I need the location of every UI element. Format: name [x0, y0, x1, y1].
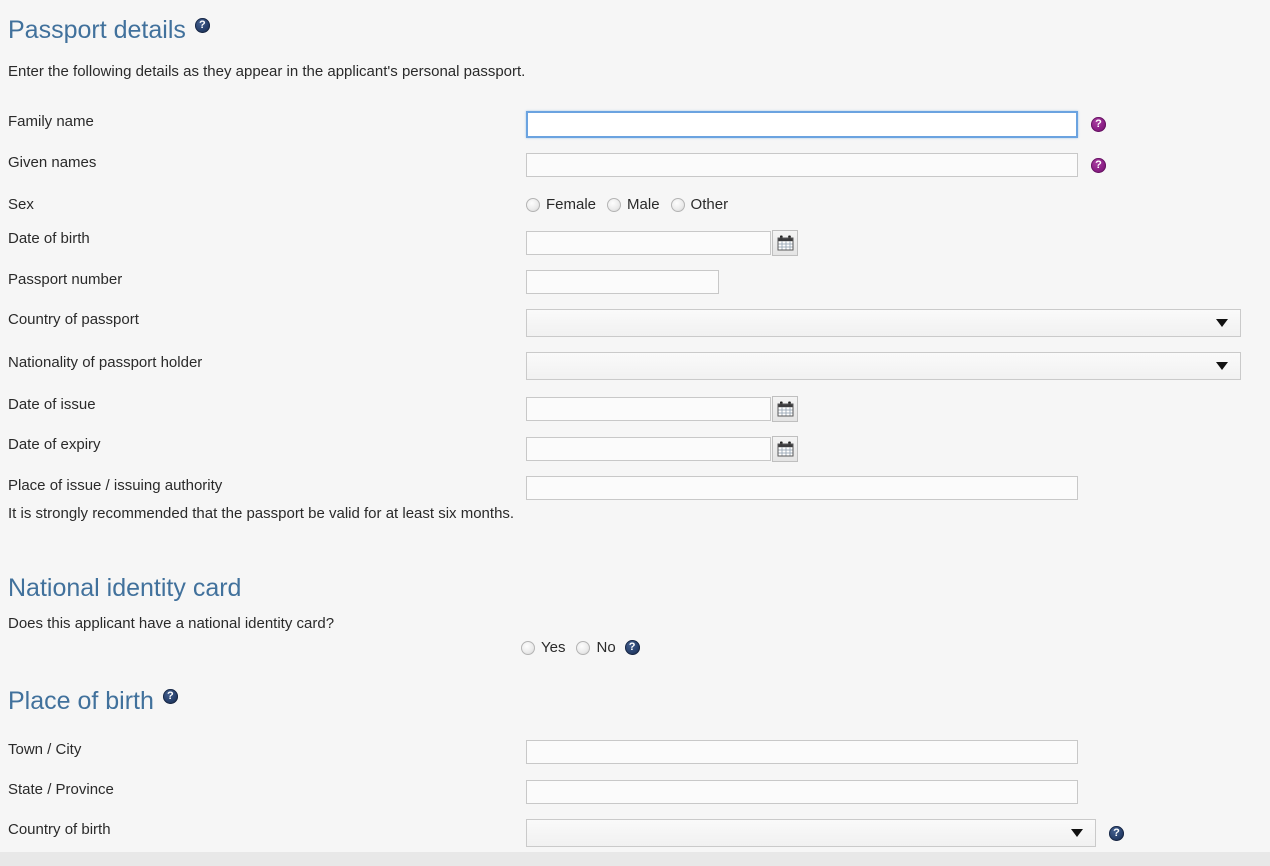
passport-number-input[interactable] — [526, 270, 719, 294]
label-passport-number: Passport number — [8, 271, 123, 288]
label-given-names: Given names — [8, 154, 97, 171]
sex-option-male-label: Male — [627, 196, 660, 213]
field-row-date-of-issue: Date of issue — [8, 396, 1108, 422]
control-given-names — [526, 153, 1106, 177]
radio-yes-icon[interactable] — [521, 640, 535, 655]
sex-option-other-label: Other — [690, 196, 729, 213]
label-town-city: Town / City — [8, 741, 82, 758]
field-row-family-name: Family name — [8, 111, 1108, 138]
field-row-state-province: State / Province — [8, 780, 1108, 804]
chevron-down-icon[interactable] — [1216, 319, 1228, 327]
passport-validity-note: It is strongly recommended that the pass… — [8, 505, 515, 522]
date-of-expiry-calendar-button[interactable] — [772, 436, 798, 462]
national-id-radio-group: Yes No — [521, 639, 640, 656]
calendar-icon — [777, 401, 793, 417]
label-family-name: Family name — [8, 113, 94, 130]
field-row-date-of-birth: Date of birth — [8, 230, 1108, 256]
date-of-issue-input[interactable] — [526, 397, 771, 421]
national-id-option-no-label: No — [596, 639, 616, 656]
sex-option-female[interactable]: Female — [526, 196, 596, 213]
family-name-help-icon[interactable] — [1091, 117, 1106, 132]
national-identity-card-answer-group: Yes No — [521, 639, 640, 656]
label-place-of-issue: Place of issue / issuing authority — [8, 477, 223, 494]
label-sex: Sex — [8, 196, 34, 213]
nationality-select[interactable] — [526, 352, 1241, 380]
field-row-nationality: Nationality of passport holder — [8, 352, 1248, 380]
field-row-given-names: Given names — [8, 153, 1108, 177]
control-state-province — [526, 780, 1078, 804]
label-state-province: State / Province — [8, 781, 114, 798]
country-of-birth-help-icon[interactable] — [1109, 825, 1124, 841]
field-row-passport-number: Passport number — [8, 270, 1108, 294]
place-of-birth-heading: Place of birth — [8, 689, 178, 714]
page-title: Passport details — [8, 16, 186, 44]
field-row-date-of-expiry: Date of expiry — [8, 436, 1108, 462]
control-place-of-issue — [526, 476, 1078, 500]
national-identity-card-help-icon[interactable] — [624, 640, 640, 655]
national-id-option-yes-label: Yes — [541, 639, 566, 656]
field-row-town-city: Town / City — [8, 740, 1108, 764]
field-row-country-of-birth: Country of birth — [8, 819, 1248, 847]
date-of-birth-calendar-button[interactable] — [772, 230, 798, 256]
control-date-of-expiry — [526, 436, 798, 462]
town-city-input[interactable] — [526, 740, 1078, 764]
control-passport-number — [526, 270, 719, 294]
control-country-of-passport — [526, 309, 1241, 337]
radio-other-icon[interactable] — [670, 197, 685, 212]
passport-details-help-icon[interactable] — [194, 18, 210, 33]
country-of-birth-select[interactable] — [526, 819, 1096, 847]
place-of-birth-help-icon[interactable] — [162, 689, 178, 704]
control-date-of-issue — [526, 396, 798, 422]
national-id-option-yes[interactable]: Yes — [521, 639, 565, 656]
control-town-city — [526, 740, 1078, 764]
label-date-of-birth: Date of birth — [8, 230, 90, 247]
date-of-expiry-input[interactable] — [526, 437, 771, 461]
page-bottom-band — [0, 852, 1270, 866]
radio-male-icon[interactable] — [607, 197, 622, 212]
control-country-of-birth — [526, 819, 1124, 847]
national-identity-card-heading: National identity card — [8, 576, 241, 601]
label-country-of-passport: Country of passport — [8, 311, 139, 328]
control-date-of-birth — [526, 230, 798, 256]
field-row-place-of-issue: Place of issue / issuing authority — [8, 476, 1108, 500]
label-date-of-issue: Date of issue — [8, 396, 96, 413]
national-identity-card-question: Does this applicant have a national iden… — [8, 615, 335, 632]
country-of-passport-select[interactable] — [526, 309, 1241, 337]
date-of-birth-input[interactable] — [526, 231, 771, 255]
sex-radio-group: Female Male Other — [526, 196, 739, 213]
label-date-of-expiry: Date of expiry — [8, 436, 101, 453]
given-names-help-icon[interactable] — [1091, 157, 1106, 173]
date-of-issue-calendar-button[interactable] — [772, 396, 798, 422]
sex-option-other[interactable]: Other — [670, 196, 729, 213]
calendar-icon — [777, 235, 793, 251]
sex-option-female-label: Female — [546, 196, 597, 213]
control-nationality — [526, 352, 1241, 380]
radio-female-icon[interactable] — [526, 197, 540, 212]
national-id-option-no[interactable]: No — [576, 639, 616, 656]
passport-details-heading: Passport details — [8, 18, 210, 43]
field-row-country-of-passport: Country of passport — [8, 309, 1248, 337]
sex-option-male[interactable]: Male — [607, 196, 660, 213]
label-nationality-of-passport-holder: Nationality of passport holder — [8, 354, 203, 371]
radio-no-icon[interactable] — [576, 640, 591, 655]
family-name-input[interactable] — [526, 111, 1078, 138]
passport-details-page: Passport details Enter the following det… — [0, 0, 1270, 866]
chevron-down-icon[interactable] — [1216, 362, 1228, 370]
control-sex: Female Male Other — [526, 196, 739, 213]
state-province-input[interactable] — [526, 780, 1078, 804]
calendar-icon — [777, 441, 793, 457]
field-row-sex: Sex Female Male Other — [8, 196, 1108, 214]
label-country-of-birth: Country of birth — [8, 821, 111, 838]
passport-details-intro: Enter the following details as they appe… — [8, 63, 526, 80]
place-of-issue-input[interactable] — [526, 476, 1078, 500]
chevron-down-icon[interactable] — [1071, 829, 1083, 837]
given-names-input[interactable] — [526, 153, 1078, 177]
control-family-name — [526, 111, 1106, 138]
place-of-birth-title: Place of birth — [8, 687, 154, 715]
national-identity-card-title: National identity card — [8, 574, 242, 602]
